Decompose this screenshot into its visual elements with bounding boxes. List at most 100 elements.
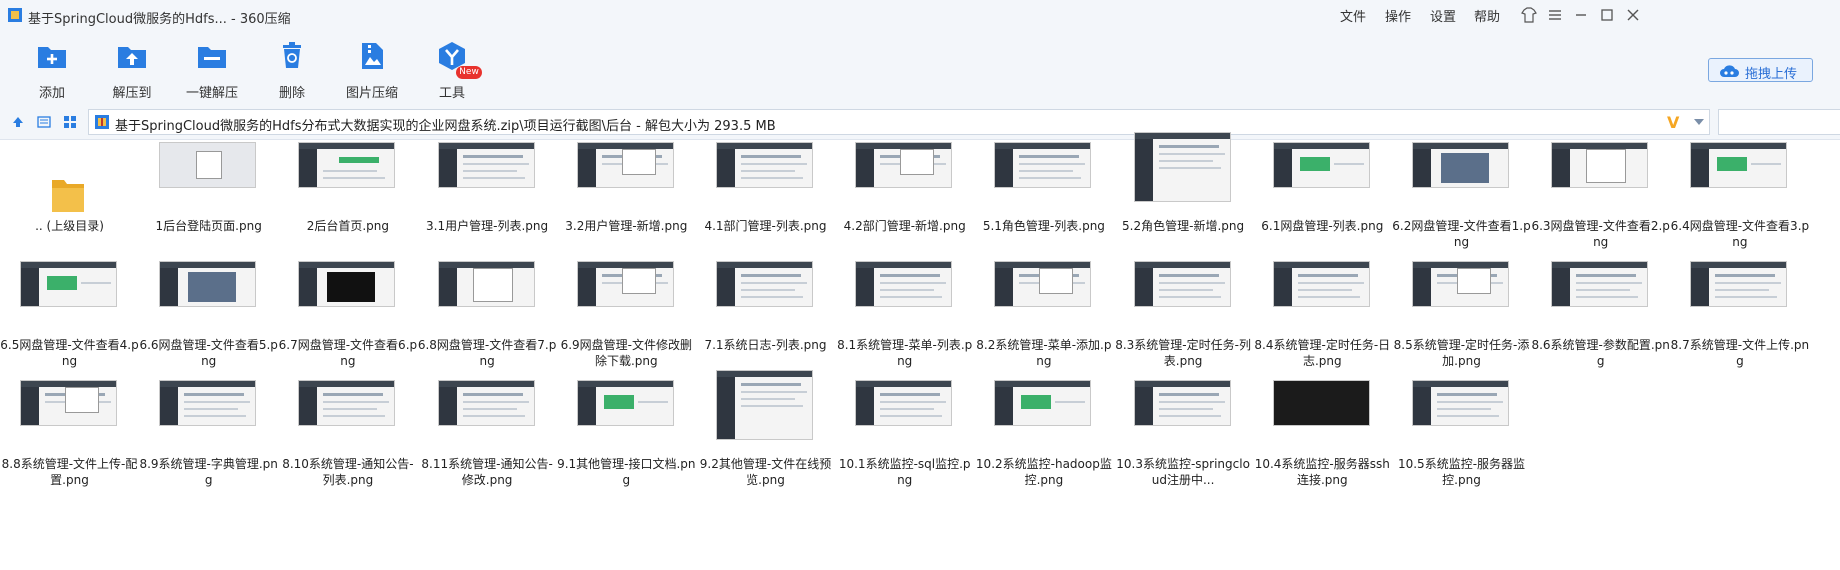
file-item[interactable]: 10.3系统监控-springcloud注册中...: [1114, 378, 1253, 518]
title-bar: 基于SpringCloud微服务的Hdfs... - 360压缩 文件 操作 设…: [0, 0, 1840, 30]
file-name-label: 3.2用户管理-新增.png: [565, 219, 688, 233]
thumbnail-image: [437, 261, 535, 307]
file-item[interactable]: 9.2其他管理-文件在线预览.png: [696, 370, 835, 518]
list-view-icon[interactable]: [36, 114, 52, 130]
file-name-label: 9.1其他管理-接口文档.png: [557, 457, 696, 487]
path-field[interactable]: 基于SpringCloud微服务的Hdfs分布式大数据实现的企业网盘系统.zip…: [88, 109, 1710, 135]
menu-file[interactable]: 文件: [1340, 6, 1366, 25]
thumbnail-image: [20, 261, 117, 307]
one-click-extract-icon: [198, 47, 226, 68]
thumbnail-view-icon[interactable]: [62, 114, 78, 130]
file-name-label: 6.1网盘管理-列表.png: [1261, 219, 1384, 233]
file-name-label: 1后台登陆页面.png: [155, 219, 262, 233]
file-item[interactable]: 8.10系统管理-通知公告-列表.png: [278, 378, 417, 518]
extract-to-icon: [118, 47, 146, 68]
file-name-label: 4.2部门管理-新增.png: [843, 219, 966, 233]
thumbnail-image: [1690, 142, 1788, 188]
v-mark[interactable]: V: [1667, 113, 1679, 132]
file-item[interactable]: 8.9系统管理-字典管理.png: [139, 378, 278, 518]
file-name-label: 8.5系统管理-定时任务-添加.png: [1393, 338, 1530, 368]
thumbnail-image: [855, 261, 953, 307]
file-name-label: 6.3网盘管理-文件查看2.png: [1531, 219, 1670, 249]
thumbnail-image: [1412, 380, 1509, 426]
file-name-label: 8.4系统管理-定时任务-日志.png: [1254, 338, 1391, 368]
thumbnail-image: [1272, 261, 1370, 307]
file-name-label: 8.2系统管理-菜单-添加.png: [976, 338, 1112, 368]
address-bar: 基于SpringCloud微服务的Hdfs分布式大数据实现的企业网盘系统.zip…: [0, 104, 1840, 140]
thumbnail-image: [437, 142, 535, 188]
file-grid: .. (上级目录) 1后台登陆页面.png 2后台首页.png 3.1用户管理-列表.…: [0, 132, 1840, 570]
file-item[interactable]: 10.5系统监控-服务器监控.png: [1392, 378, 1531, 518]
file-name-label: 8.8系统管理-文件上传-配置.png: [1, 457, 138, 487]
file-item[interactable]: 9.1其他管理-接口文档.png: [557, 378, 696, 518]
thumbnail-image: [994, 261, 1092, 307]
file-item[interactable]: 8.8系统管理-文件上传-配置.png: [0, 378, 139, 518]
file-name-label: 8.6系统管理-参数配置.png: [1531, 338, 1670, 368]
thumbnail-image: [298, 261, 396, 307]
close-icon[interactable]: [1624, 6, 1642, 24]
file-name-label: 5.2角色管理-新增.png: [1122, 219, 1245, 233]
thumbnail-image: [1133, 380, 1231, 426]
thumbnail-image: [716, 142, 813, 188]
drag-upload-button[interactable]: 拖拽上传: [1708, 58, 1813, 82]
file-name-label: 7.1系统日志-列表.png: [704, 338, 827, 352]
thumbnail-image: [1272, 142, 1370, 188]
file-name-label: 9.2其他管理-文件在线预览.png: [699, 457, 832, 487]
thumbnail-image: [1133, 261, 1231, 307]
file-name-label: 8.11系统管理-通知公告-修改.png: [421, 457, 553, 487]
thumbnail-image: [855, 380, 953, 426]
thumbnail-image: [994, 380, 1092, 426]
file-name-label: 6.4网盘管理-文件查看3.png: [1670, 219, 1810, 249]
path-text: 基于SpringCloud微服务的Hdfs分布式大数据实现的企业网盘系统.zip…: [115, 119, 776, 134]
file-name-label: 8.7系统管理-文件上传.png: [1670, 338, 1810, 368]
maximize-icon[interactable]: [1598, 6, 1616, 24]
tools-button[interactable]: 工具: [402, 34, 502, 101]
file-item[interactable]: 8.7系统管理-文件上传.png: [1670, 259, 1809, 399]
file-item[interactable]: 8.11系统管理-通知公告-修改.png: [418, 378, 557, 518]
menu-help[interactable]: 帮助: [1474, 6, 1500, 25]
file-name-label: 4.1部门管理-列表.png: [704, 219, 827, 233]
file-name-label: 10.4系统监控-服务器ssh连接.png: [1254, 457, 1390, 487]
menu-settings[interactable]: 设置: [1430, 6, 1456, 25]
thumbnail-image: [1551, 261, 1649, 307]
folder-icon: [52, 180, 84, 212]
delete-icon: [283, 42, 301, 68]
thumbnail-image: [1412, 261, 1509, 307]
menu-icon[interactable]: [1546, 6, 1564, 24]
image-compress-icon: [362, 43, 383, 69]
search-input[interactable]: [1718, 109, 1840, 135]
file-name-label: 6.9网盘管理-文件修改删除下载.png: [560, 338, 692, 368]
thumbnail-image: [1551, 142, 1649, 188]
thumbnail-image: [576, 261, 674, 307]
file-name-label: 10.1系统监控-sql监控.png: [838, 457, 971, 487]
thumbnail-image: [298, 380, 396, 426]
file-name-label: 10.3系统监控-springcloud注册中...: [1116, 457, 1250, 487]
file-item[interactable]: 10.1系统监控-sql监控.png: [835, 378, 974, 518]
chevron-down-icon[interactable]: [1693, 118, 1705, 126]
thumbnail-image: [159, 380, 257, 426]
thumbnail-image: [159, 261, 257, 307]
thumbnail-image: [855, 142, 953, 188]
file-item[interactable]: 8.6系统管理-参数配置.png: [1531, 259, 1670, 399]
skin-icon[interactable]: [1520, 6, 1538, 24]
file-item[interactable]: 10.4系统监控-服务器ssh连接.png: [1253, 378, 1392, 518]
file-name-label: 8.3系统管理-定时任务-列表.png: [1115, 338, 1251, 368]
tools-label: 工具: [438, 86, 465, 101]
up-arrow-icon[interactable]: [10, 114, 26, 130]
thumbnail-image: [159, 142, 257, 188]
file-name-label: 3.1用户管理-列表.png: [426, 219, 549, 233]
thumbnail-image: [716, 261, 813, 307]
menu-operate[interactable]: 操作: [1385, 6, 1411, 25]
file-name-label: 6.6网盘管理-文件查看5.png: [139, 338, 278, 368]
file-name-label: 6.7网盘管理-文件查看6.png: [278, 338, 418, 368]
zip-file-icon: [95, 115, 109, 129]
file-name-label: 10.5系统监控-服务器监控.png: [1397, 457, 1526, 487]
file-name-label: 6.8网盘管理-文件查看7.png: [417, 338, 557, 368]
file-name-label: 6.2网盘管理-文件查看1.png: [1392, 219, 1531, 249]
thumbnail-image: [298, 142, 396, 188]
minimize-icon[interactable]: [1572, 6, 1590, 24]
thumbnail-image: [1133, 132, 1231, 202]
thumbnail-image: [994, 142, 1092, 188]
toolbar: 添加 解压到 一键解压 删除 图片压缩 工具 New 拖拽上传: [0, 30, 1840, 104]
file-item[interactable]: 10.2系统监控-hadoop监控.png: [974, 378, 1113, 518]
